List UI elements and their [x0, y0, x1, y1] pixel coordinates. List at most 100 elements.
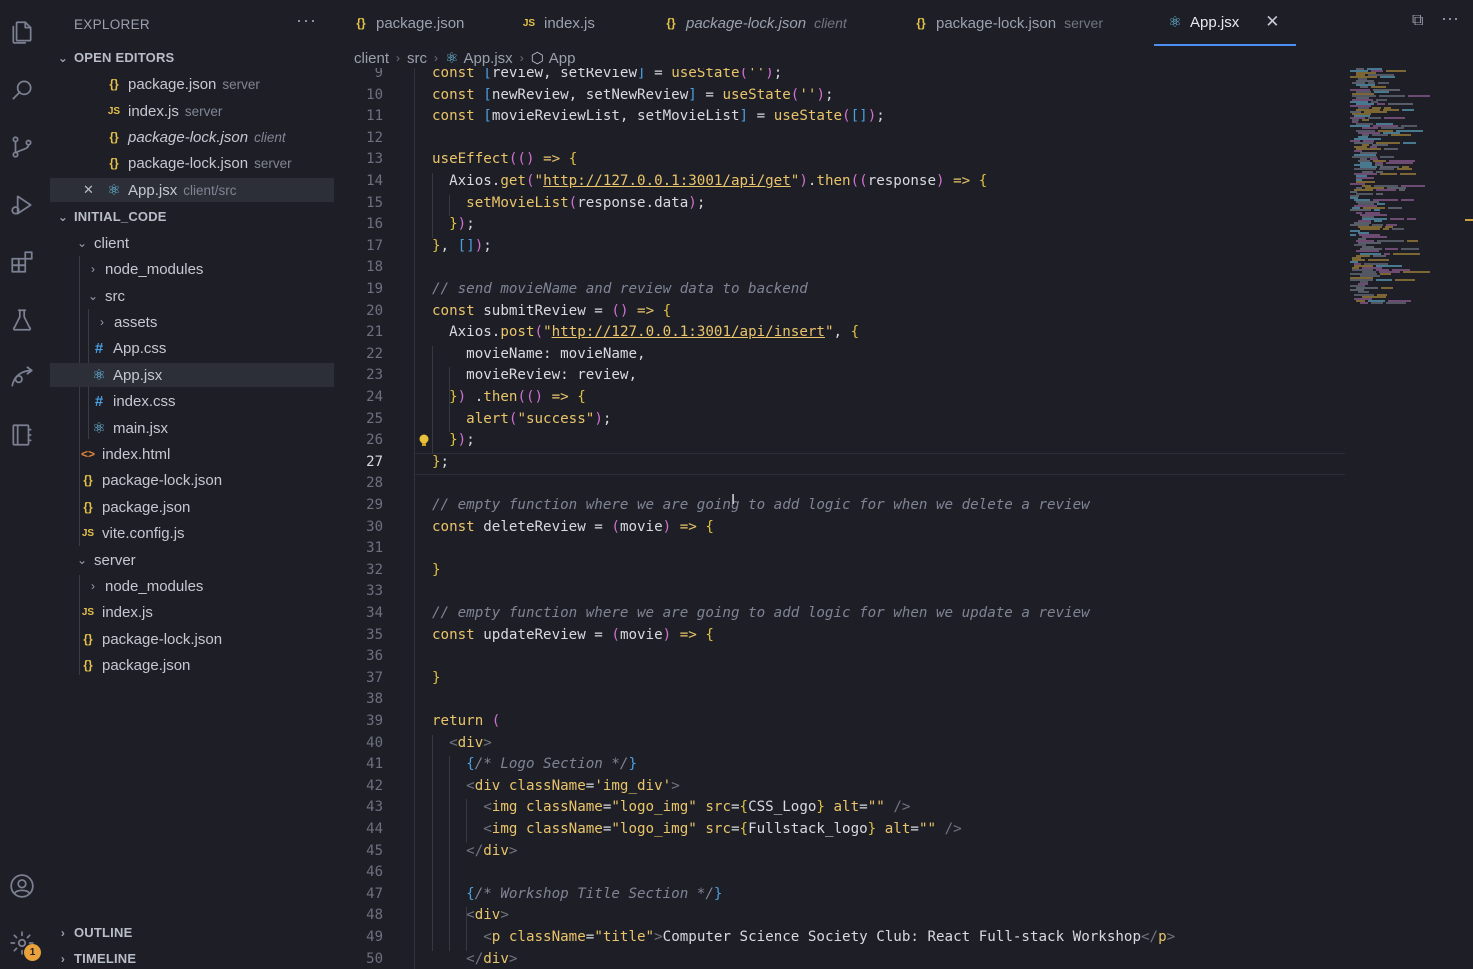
code-line[interactable]: <img className="logo_img" src={Fullstack… [432, 821, 961, 837]
tree-folder[interactable]: ⌄ src [50, 284, 334, 308]
source-control-icon[interactable] [6, 131, 38, 163]
code-line[interactable]: <p className="title">Computer Science So… [432, 929, 1175, 945]
close-icon[interactable]: ✕ [1265, 12, 1279, 32]
tree-folder[interactable]: ⌄ server [50, 548, 334, 572]
account-icon[interactable] [6, 870, 38, 902]
code-line[interactable]: Axios.get("http://127.0.0.1:3001/api/get… [432, 173, 987, 189]
tree-file[interactable]: ⚛ main.jsx [50, 416, 334, 440]
tab-app-jsx[interactable]: ⚛ App.jsx ✕ [1154, 0, 1296, 46]
extensions-icon[interactable] [6, 246, 38, 278]
minimap[interactable] [1348, 68, 1448, 308]
project-header[interactable]: ⌄ INITIAL_CODE [56, 209, 167, 224]
more-actions-icon[interactable]: ··· [296, 10, 317, 31]
code-line[interactable]: <div> [432, 735, 492, 751]
code-line[interactable]: <div> [432, 907, 509, 923]
open-editor-item[interactable]: {} package.json server [50, 72, 334, 96]
tab-package-lock-client[interactable]: {} package-lock.json client [662, 0, 846, 46]
more-actions-icon[interactable]: ··· [1441, 8, 1459, 29]
tree-file[interactable]: {} package.json [50, 653, 334, 677]
code-line[interactable]: {/* Workshop Title Section */} [432, 886, 722, 902]
code-line[interactable]: </div> [432, 951, 517, 967]
code-line[interactable]: }); [432, 216, 475, 232]
breadcrumb-item[interactable]: App.jsx [463, 50, 512, 67]
tab-package-json[interactable]: {} package.json [352, 0, 464, 46]
code-line[interactable]: const [movieReviewList, setMovieList] = … [432, 108, 885, 124]
code-line[interactable]: } [432, 562, 441, 578]
minimap-line [1373, 254, 1386, 257]
code-line[interactable]: return ( [432, 713, 500, 729]
code-line[interactable]: movieName: movieName, [432, 346, 645, 362]
code-line[interactable]: }); [432, 432, 475, 448]
code-line[interactable]: }, []); [432, 238, 492, 254]
code-line[interactable]: <div className='img_div'> [432, 778, 680, 794]
code-line[interactable]: useEffect(() => { [432, 151, 577, 167]
code-line[interactable]: movieReview: review, [432, 367, 637, 383]
code-line[interactable]: const updateReview = (movie) => { [432, 627, 714, 643]
breadcrumb-item[interactable]: App [549, 50, 576, 67]
open-editor-desc: server [222, 76, 260, 92]
json-file-icon: {} [109, 77, 119, 91]
tree-file[interactable]: {} package.json [50, 495, 334, 519]
tab-index-js[interactable]: JS index.js [520, 0, 595, 46]
tab-package-lock-server[interactable]: {} package-lock.json server [912, 0, 1103, 46]
indent-guide [432, 173, 433, 238]
open-editor-item[interactable]: {} package-lock.json server [50, 151, 334, 175]
open-editor-item[interactable]: JS index.js server [50, 99, 334, 123]
code-line[interactable]: setMovieList(response.data); [432, 195, 705, 211]
json-file-icon: {} [109, 130, 119, 144]
code-line[interactable]: <img className="logo_img" src={CSS_Logo}… [432, 799, 910, 815]
code-line[interactable]: const [newReview, setNewReview] = useSta… [432, 87, 834, 103]
code-line[interactable]: // empty function where we are going to … [432, 605, 1090, 621]
code-editor[interactable]: 9 const [review, setReview] = useState(''… [340, 68, 1473, 969]
tree-file[interactable]: JS index.js [50, 600, 334, 624]
tree-file[interactable]: # App.css [50, 336, 334, 360]
code-line[interactable]: const [review, setReview] = useState('')… [432, 68, 782, 81]
open-editor-item[interactable]: {} package-lock.json client [50, 125, 334, 149]
run-debug-icon[interactable] [6, 189, 38, 221]
split-editor-icon[interactable]: ⧉ [1412, 12, 1423, 30]
line-number: 48 [366, 907, 383, 924]
close-icon[interactable]: ✕ [83, 182, 101, 198]
tab-desc: server [1064, 15, 1103, 31]
code-line[interactable]: const deleteReview = (movie) => { [432, 519, 714, 535]
minimap-line [1360, 301, 1368, 304]
explorer-icon[interactable] [6, 16, 38, 48]
outline-header[interactable]: › OUTLINE [56, 925, 132, 940]
code-line[interactable]: alert("success"); [432, 411, 611, 427]
tree-file-selected[interactable]: ⚛ App.jsx [50, 363, 334, 387]
tree-file[interactable]: <> index.html [50, 442, 334, 466]
code-line[interactable]: Axios.post("http://127.0.0.1:3001/api/in… [432, 324, 859, 340]
breadcrumb-item[interactable]: src [407, 50, 427, 67]
tree-file[interactable]: JS vite.config.js [50, 521, 334, 545]
line-number: 35 [366, 626, 383, 643]
code-line[interactable]: } [432, 670, 441, 686]
minimap-line [1401, 199, 1414, 202]
code-line[interactable]: </div> [432, 843, 517, 859]
lightbulb-icon[interactable] [418, 434, 430, 448]
open-editor-item-active[interactable]: ✕ ⚛ App.jsx client/src [50, 178, 334, 202]
breadcrumb-item[interactable]: client [354, 50, 389, 67]
line-number: 42 [366, 777, 383, 794]
notebook-icon[interactable] [6, 419, 38, 451]
line-number: 21 [366, 324, 383, 341]
remote-explorer-icon[interactable] [6, 361, 38, 393]
open-editors-header[interactable]: ⌄ OPEN EDITORS [56, 50, 174, 65]
code-line[interactable]: // send movieName and review data to bac… [432, 281, 808, 297]
tree-folder[interactable]: › node_modules [50, 574, 334, 598]
timeline-header[interactable]: › TIMELINE [56, 951, 136, 966]
tree-folder[interactable]: › assets [50, 310, 334, 334]
minimap-line [1402, 109, 1414, 111]
minimap-line [1403, 270, 1430, 273]
tree-file[interactable]: {} package-lock.json [50, 468, 334, 492]
code-line[interactable]: {/* Logo Section */} [432, 756, 637, 772]
code-line[interactable]: const submitReview = () => { [432, 303, 671, 319]
code-line[interactable]: }) .then(() => { [432, 389, 586, 405]
code-line[interactable]: // empty function where we are going to … [432, 497, 1090, 513]
tree-file[interactable]: {} package-lock.json [50, 627, 334, 651]
search-icon[interactable] [6, 74, 38, 106]
tree-folder[interactable]: ⌄ client [50, 231, 334, 255]
tree-file[interactable]: # index.css [50, 389, 334, 413]
tree-folder[interactable]: › node_modules [50, 257, 334, 281]
code-line[interactable]: }; [432, 454, 449, 470]
testing-icon[interactable] [6, 304, 38, 336]
